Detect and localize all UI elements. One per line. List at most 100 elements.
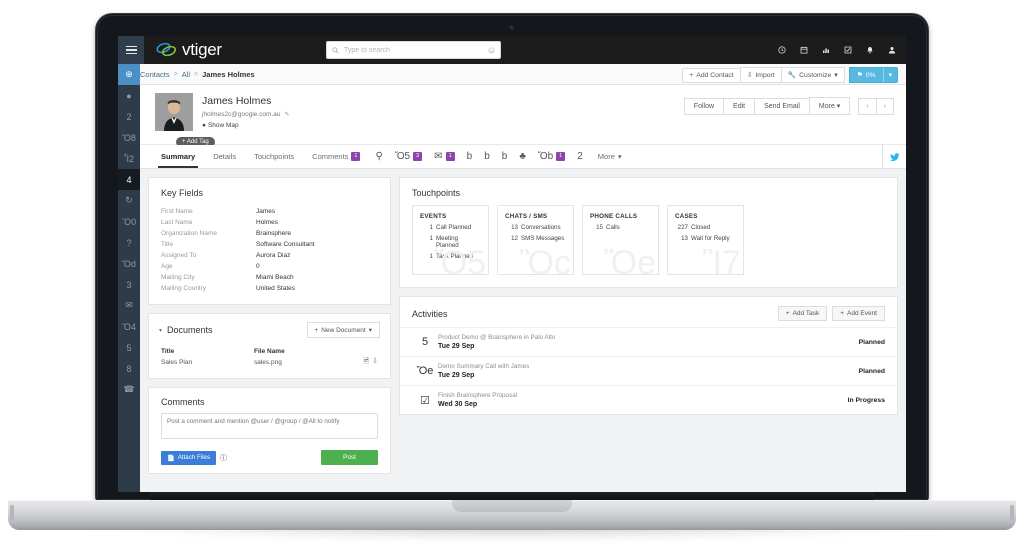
- tab-label: Touchpoints: [254, 152, 294, 161]
- progress-dropdown-button[interactable]: ▾: [883, 67, 898, 83]
- image-preview-icon[interactable]: 🖻: [363, 357, 369, 368]
- post-comment-button[interactable]: Post: [321, 450, 378, 465]
- analytics-icon[interactable]: [822, 46, 830, 54]
- breadcrumb-item-contacts[interactable]: Contacts: [140, 70, 170, 79]
- comment-input[interactable]: [161, 413, 378, 439]
- send-email-button[interactable]: Send Email: [754, 98, 810, 115]
- sidebar-item-products[interactable]: ὜3: [118, 274, 140, 295]
- tab-more[interactable]: More ▾: [589, 145, 631, 168]
- edit-button[interactable]: Edit: [723, 98, 755, 115]
- key-field-label: Last Name: [161, 219, 256, 226]
- tab-details[interactable]: Details: [204, 145, 245, 168]
- add-task-button[interactable]: + Add Task: [778, 306, 827, 321]
- touchpoint-label: Closed: [691, 224, 710, 231]
- tab-quotes-icon: ὜b: [467, 151, 473, 162]
- next-record-button[interactable]: ›: [876, 98, 894, 115]
- twitter-bird-icon[interactable]: [882, 145, 906, 168]
- clock-icon[interactable]: [778, 46, 786, 54]
- activity-row[interactable]: Ὅe Demo Summary Call with James Tue 29 Sep…: [400, 356, 897, 385]
- touchpoint-card[interactable]: PHONE CALLS 15 Calls Ὅe: [582, 205, 659, 275]
- tab-campaigns-icon: ὎2: [577, 151, 583, 162]
- sidebar-item-inbox[interactable]: ὎5: [118, 337, 140, 358]
- hamburger-menu-icon[interactable]: [118, 36, 144, 64]
- activity-main: Finish Brainsphere Proposal Wed 30 Sep: [438, 392, 848, 408]
- tab-label: Summary: [161, 152, 195, 161]
- documents-title: Documents: [167, 325, 213, 335]
- touchpoint-card[interactable]: CHATS / SMS 13 Conversations 12 SMS Messages…: [497, 205, 574, 275]
- touchpoint-label: Conversations: [521, 224, 561, 231]
- key-field-label: Mailing City: [161, 274, 256, 281]
- key-field-value: Aurora Diaz: [256, 252, 290, 259]
- more-button[interactable]: More ▾: [809, 97, 850, 115]
- breadcrumb-item-all[interactable]: All: [182, 70, 190, 79]
- touchpoint-line: 227 Closed: [675, 224, 736, 231]
- table-row[interactable]: Sales Plan sales.png 🖻 ⇩: [161, 357, 378, 368]
- search-input[interactable]: [344, 47, 483, 54]
- activity-date: Wed 30 Sep: [438, 401, 848, 408]
- sidebar-item-analytics[interactable]: Ὄ8: [118, 127, 140, 148]
- sidebar-item-print[interactable]: ὚8: [118, 358, 140, 379]
- sidebar-item-email[interactable]: ✉: [118, 295, 140, 316]
- add-event-button[interactable]: + Add Event: [832, 306, 885, 321]
- tab-projects-tab[interactable]: ♣: [513, 145, 532, 168]
- attach-files-button[interactable]: 📄 Attach Files: [161, 451, 216, 465]
- brand-logo-group[interactable]: vtiger: [156, 40, 222, 60]
- customize-button[interactable]: 🔧 Customize ▾: [781, 67, 845, 83]
- follow-button[interactable]: Follow: [684, 98, 724, 115]
- laptop-foot-left: [10, 505, 14, 521]
- download-icon[interactable]: ⇩: [372, 357, 378, 368]
- calendar-icon[interactable]: [800, 46, 808, 54]
- user-account-icon[interactable]: [888, 46, 896, 54]
- sidebar-item-campaigns[interactable]: ὎2: [118, 106, 140, 127]
- plus-icon: +: [689, 72, 693, 79]
- sidebar-item-contacts[interactable]: ὆4: [118, 169, 140, 190]
- sidebar-item-documents[interactable]: Ὄ4: [118, 316, 140, 337]
- tab-events-calendar-tab[interactable]: Ὄ5 3: [389, 145, 428, 168]
- search-settings-icon[interactable]: [488, 47, 495, 54]
- touchpoint-card[interactable]: EVENTS 1 Call Planned 1 Meeting Planned 1 Task…: [412, 205, 489, 275]
- info-icon[interactable]: ⓘ: [220, 453, 227, 463]
- tab-quotes-tab[interactable]: ὜b: [461, 145, 479, 168]
- attach-files-label: Attach Files: [178, 454, 210, 461]
- sidebar-item-sync[interactable]: ↻: [118, 190, 140, 211]
- tab-opportunity-tab[interactable]: ⚲: [369, 145, 388, 168]
- sidebar-item-deals[interactable]: Ὃ0: [118, 211, 140, 232]
- prev-record-button[interactable]: ‹: [858, 98, 876, 115]
- sidebar-item-globe[interactable]: ⊕: [118, 64, 140, 85]
- key-field-row: Title Software Consultant: [149, 239, 390, 250]
- new-document-button[interactable]: + New Document ▾: [307, 322, 381, 338]
- contact-email[interactable]: jholmes2c@google.com.au: [202, 111, 281, 118]
- status-badge: Planned: [859, 339, 885, 346]
- activity-row[interactable]: ☑ Finish Brainsphere Proposal Wed 30 Sep In…: [400, 385, 897, 414]
- sidebar-item-help[interactable]: ?: [118, 232, 140, 253]
- tab-emails-icon: ✉: [434, 151, 442, 162]
- progress-button[interactable]: ⚑ 0%: [849, 67, 884, 83]
- tab-touchpoints[interactable]: Touchpoints: [245, 145, 303, 168]
- activity-row[interactable]: ὆5 Product Demo @ Brainsphere in Palo Alt…: [400, 327, 897, 356]
- notifications-bell-icon[interactable]: [866, 46, 874, 54]
- touchpoint-card[interactable]: CASES 227 Closed 13 Wait for Reply Ἲ7: [667, 205, 744, 275]
- documents-title-group[interactable]: ▾ Documents: [159, 325, 213, 335]
- show-map-link[interactable]: ● Show Map: [202, 122, 239, 129]
- sidebar-item-phone[interactable]: ☎: [118, 379, 140, 400]
- import-button[interactable]: ⇩ Import: [740, 67, 782, 83]
- global-search[interactable]: [326, 41, 501, 59]
- tab-sales-order-tab[interactable]: ὜b: [496, 145, 514, 168]
- new-document-label: New Document: [321, 327, 365, 334]
- tab-campaigns-tab[interactable]: ὎2: [571, 145, 589, 168]
- tab-invoices-tab[interactable]: Ὄb 1: [532, 145, 571, 168]
- tab-emails-tab[interactable]: ✉ 1: [428, 145, 460, 168]
- right-column: Touchpoints EVENTS 1 Call Planned 1 Meeting …: [399, 177, 898, 484]
- touchpoint-count: 1: [420, 224, 433, 231]
- activity-main: Demo Summary Call with James Tue 29 Sep: [438, 363, 859, 379]
- sidebar-item-sphere[interactable]: ●: [118, 85, 140, 106]
- tab-summary[interactable]: Summary: [152, 145, 204, 168]
- add-contact-button[interactable]: + Add Contact: [682, 68, 740, 83]
- column-header-file-name: File Name: [254, 348, 378, 355]
- sidebar-item-organizations[interactable]: Ἶ2: [118, 148, 140, 169]
- tab-comments[interactable]: Comments 1: [303, 145, 369, 168]
- sidebar-item-notes[interactable]: Ὅd: [118, 253, 140, 274]
- tasks-icon[interactable]: [844, 46, 852, 54]
- edit-pencil-icon[interactable]: ✎: [285, 111, 290, 118]
- tab-purchase-order-tab[interactable]: ὜b: [478, 145, 496, 168]
